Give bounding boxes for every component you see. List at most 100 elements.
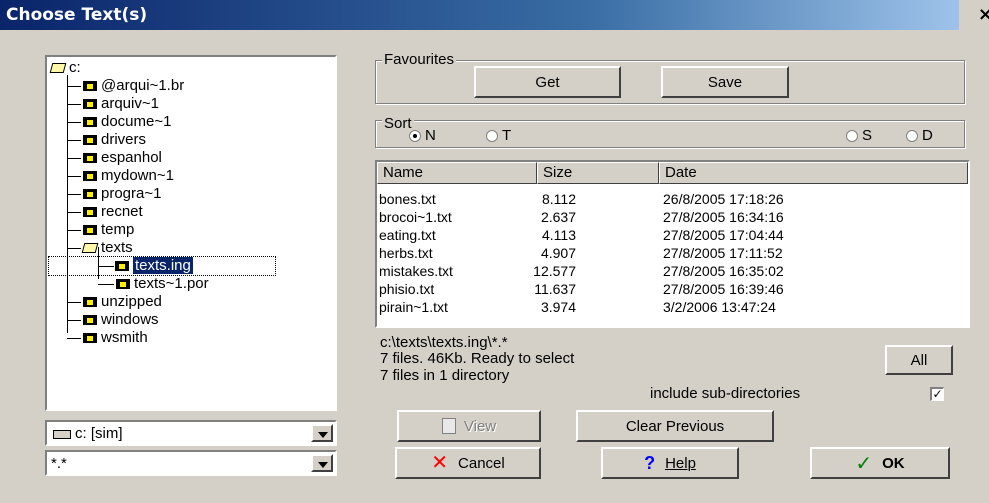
favourites-legend: Favourites	[382, 51, 457, 68]
tree-branch	[67, 212, 81, 213]
tree-branch	[67, 104, 81, 105]
file-date: 27/8/2005 16:34:16	[663, 209, 784, 225]
column-header-size[interactable]: Size	[537, 162, 659, 184]
tree-item-label: texts~1.por	[134, 275, 209, 292]
folder-icon	[83, 117, 97, 128]
include-subdirectories-checkbox[interactable]: ✓	[930, 387, 944, 401]
sort-option-label: D	[922, 127, 933, 144]
tree-item-label: arquiv~1	[101, 95, 159, 112]
file-row[interactable]: bones.txt 8.112 26/8/2005 17:18:26	[377, 190, 968, 208]
folder-icon	[83, 225, 97, 236]
clear-previous-button[interactable]: Clear Previous	[576, 410, 774, 442]
file-size: 4.907	[540, 245, 576, 261]
all-button[interactable]: All	[885, 345, 953, 375]
column-header-date[interactable]: Date	[659, 162, 968, 184]
tree-item[interactable]: windows	[67, 311, 159, 329]
file-size: 11.637	[534, 281, 576, 297]
file-row[interactable]: pirain~1.txt 3.974 3/2/2006 13:47:24	[377, 298, 968, 316]
view-button[interactable]: View	[397, 410, 541, 442]
tree-item-label: temp	[101, 221, 135, 238]
radio-icon	[846, 130, 858, 143]
question-icon: ?	[644, 452, 656, 473]
file-name: brocoi~1.txt	[379, 209, 452, 225]
title-bar: Choose Text(s) ×	[0, 0, 989, 30]
tree-item[interactable]: unzipped	[67, 293, 162, 311]
folder-icon	[83, 99, 97, 110]
tree-branch	[67, 140, 81, 141]
tree-item-label: windows	[101, 311, 159, 328]
open-folder-icon	[49, 63, 67, 74]
file-row[interactable]: mistakes.txt 12.577 27/8/2005 16:35:02	[377, 262, 968, 280]
ok-button[interactable]: ✓ OK	[810, 447, 950, 479]
file-row[interactable]: phisio.txt 11.637 27/8/2005 16:39:46	[377, 280, 968, 298]
folder-tree[interactable]: c: @arqui~1.br arquiv~1 docume~1 drivers…	[45, 55, 337, 411]
file-date: 27/8/2005 17:11:52	[663, 245, 783, 261]
x-icon: ✕	[431, 452, 449, 474]
sort-option-n[interactable]: N	[409, 127, 436, 144]
tree-item-label: wsmith	[101, 329, 148, 346]
tree-item[interactable]: texts~1.por	[98, 275, 209, 293]
file-date: 3/2/2006 13:47:24	[663, 299, 776, 315]
drive-select-content: c: [sim]	[53, 425, 123, 442]
tree-root[interactable]: c:	[49, 59, 81, 77]
tree-branch	[67, 248, 81, 249]
sort-option-label: S	[862, 127, 873, 144]
check-icon: ✓	[855, 452, 873, 475]
help-button[interactable]: ? Help	[601, 447, 739, 479]
sort-option-d[interactable]: D	[906, 127, 933, 144]
tree-branch	[67, 320, 81, 321]
sort-option-s[interactable]: S	[846, 127, 872, 144]
file-name: eating.txt	[379, 227, 436, 243]
sort-option-t[interactable]: T	[486, 127, 511, 144]
tree-item[interactable]: espanhol	[67, 149, 162, 167]
file-date: 27/8/2005 16:39:46	[663, 281, 784, 297]
help-button-label: Help	[665, 454, 696, 472]
file-date: 27/8/2005 17:04:44	[663, 227, 784, 243]
tree-item[interactable]: temp	[67, 221, 134, 239]
tree-item[interactable]: recnet	[67, 203, 143, 221]
tree-branch	[67, 338, 81, 339]
tree-branch	[98, 266, 114, 267]
tree-item[interactable]: docume~1	[67, 113, 171, 131]
tree-branch	[67, 194, 81, 195]
drive-icon	[53, 429, 71, 439]
document-icon	[441, 418, 456, 434]
file-size: 12.577	[533, 263, 576, 279]
tree-root-label: c:	[69, 59, 81, 76]
folder-icon	[83, 297, 97, 308]
file-list[interactable]: Name Size Date bones.txt 8.112 26/8/2005…	[375, 160, 970, 328]
get-button[interactable]: Get	[474, 66, 621, 98]
sort-option-label: T	[502, 127, 512, 144]
tree-item[interactable]: mydown~1	[67, 167, 174, 185]
tree-item[interactable]: arquiv~1	[67, 95, 159, 113]
tree-item-label: texts	[101, 239, 133, 256]
tree-item-selected[interactable]: texts.ing	[48, 256, 276, 276]
sort-option-label: N	[425, 127, 436, 144]
cancel-button[interactable]: ✕ Cancel	[395, 447, 541, 479]
drive-select-value: c: [sim]	[75, 425, 123, 442]
file-row[interactable]: eating.txt 4.113 27/8/2005 17:04:44	[377, 226, 968, 244]
tree-branch	[67, 86, 81, 87]
tree-item-label: drivers	[101, 131, 147, 148]
save-button[interactable]: Save	[661, 66, 789, 98]
tree-item[interactable]: texts	[67, 239, 133, 257]
drive-select[interactable]: c: [sim]	[45, 420, 337, 446]
tree-branch	[67, 122, 81, 123]
tree-item[interactable]: wsmith	[67, 329, 148, 347]
status-line-2: 7 files in 1 directory	[380, 367, 510, 384]
chevron-down-icon[interactable]	[311, 454, 333, 472]
folder-icon	[83, 207, 97, 218]
filter-select[interactable]: *.*	[45, 450, 337, 476]
close-button[interactable]: ×	[978, 4, 989, 25]
tree-item[interactable]: drivers	[67, 131, 146, 149]
ok-button-label: OK	[882, 454, 905, 472]
filter-select-value: *.*	[51, 455, 67, 472]
tree-item[interactable]: @arqui~1.br	[67, 77, 184, 95]
chevron-down-icon[interactable]	[311, 424, 333, 442]
tree-item-label: unzipped	[101, 293, 162, 310]
tree-item[interactable]: progra~1	[67, 185, 161, 203]
column-header-name[interactable]: Name	[377, 162, 537, 184]
folder-icon	[83, 333, 97, 344]
file-row[interactable]: herbs.txt 4.907 27/8/2005 17:11:52	[377, 244, 968, 262]
file-row[interactable]: brocoi~1.txt 2.637 27/8/2005 16:34:16	[377, 208, 968, 226]
